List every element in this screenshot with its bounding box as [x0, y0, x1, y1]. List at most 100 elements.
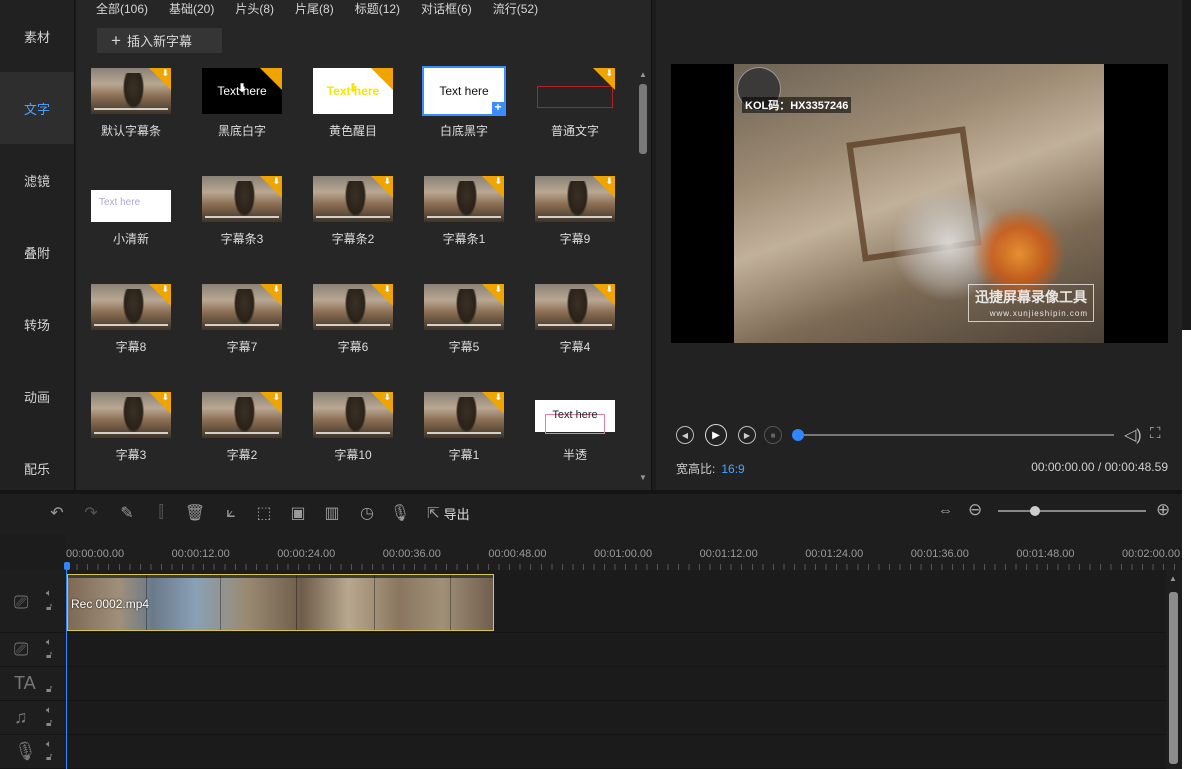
- export-button[interactable]: ⇱ 导出: [427, 502, 470, 524]
- tab-all[interactable]: 全部(106): [96, 0, 148, 20]
- edit-icon[interactable]: ✎: [116, 502, 138, 524]
- video-track-2[interactable]: [66, 633, 1166, 667]
- template-thumbnail[interactable]: Text here: [535, 392, 615, 438]
- template-thumbnail[interactable]: ⬇: [202, 176, 282, 222]
- download-icon[interactable]: ⬇: [605, 285, 613, 294]
- template-thumbnail[interactable]: ⬇: [535, 68, 615, 114]
- scroll-up-icon[interactable]: ▲: [639, 70, 647, 79]
- nav-item-media[interactable]: 素材: [0, 0, 74, 72]
- template-tile[interactable]: ⬇ 字幕条3: [202, 176, 284, 247]
- volume-icon[interactable]: ◁): [1124, 425, 1142, 445]
- play-icon[interactable]: ▶: [705, 424, 727, 446]
- template-tile[interactable]: ⬇ 普通文字: [535, 68, 617, 139]
- volume-icon[interactable]: 🔈︎: [46, 588, 52, 599]
- template-thumbnail[interactable]: ⬇: [535, 284, 615, 330]
- tab-outro[interactable]: 片尾(8): [295, 0, 334, 20]
- playhead-handle[interactable]: [64, 562, 70, 570]
- tab-popular[interactable]: 流行(52): [493, 0, 538, 20]
- volume-icon[interactable]: 🔈︎: [46, 739, 52, 750]
- text-track[interactable]: [66, 667, 1166, 701]
- download-icon[interactable]: ⬇: [383, 393, 391, 402]
- volume-icon[interactable]: 🔈︎: [46, 705, 52, 716]
- template-tile[interactable]: ⬇ 字幕条1: [424, 176, 506, 247]
- nav-item-overlays[interactable]: 叠附: [0, 216, 74, 288]
- download-icon[interactable]: ⬇: [494, 285, 502, 294]
- template-tile[interactable]: Text here 小清新: [91, 176, 173, 247]
- template-thumbnail[interactable]: ⬇: [313, 392, 393, 438]
- template-tile[interactable]: ⬇ 默认字幕条: [91, 68, 173, 139]
- template-tile[interactable]: ⬇ 字幕9: [535, 176, 617, 247]
- delete-icon[interactable]: 🗑︎: [184, 502, 206, 524]
- template-thumbnail[interactable]: ⬇: [424, 176, 504, 222]
- lock-icon[interactable]: 🔓︎: [46, 684, 52, 695]
- resize-icon[interactable]: ⬚: [253, 502, 275, 524]
- timeline-scroll-thumb[interactable]: [1169, 592, 1178, 764]
- video-clip[interactable]: Rec 0002.mp4: [67, 574, 494, 631]
- library-scroll-thumb[interactable]: [639, 84, 647, 154]
- scroll-up-icon[interactable]: ▲: [1169, 574, 1177, 583]
- download-icon[interactable]: ⬇: [272, 393, 280, 402]
- tab-basic[interactable]: 基础(20): [169, 0, 214, 20]
- nav-item-text[interactable]: 文字: [0, 72, 74, 144]
- download-icon[interactable]: ⬇: [383, 177, 391, 186]
- stop-icon[interactable]: ■: [764, 426, 782, 444]
- download-icon[interactable]: ⬇: [383, 285, 391, 294]
- zoom-slider[interactable]: [998, 506, 1146, 516]
- video-track-1[interactable]: Rec 0002.mp4: [66, 570, 1166, 633]
- template-thumbnail[interactable]: ⬇: [313, 284, 393, 330]
- download-icon[interactable]: ⬇: [161, 393, 169, 402]
- template-thumbnail[interactable]: ⬇: [202, 284, 282, 330]
- template-tile[interactable]: Text here ⬇ 黄色醒目: [313, 68, 395, 139]
- template-thumbnail[interactable]: ⬇: [535, 176, 615, 222]
- template-tile[interactable]: ⬇ 字幕7: [202, 284, 284, 355]
- seek-bar[interactable]: [792, 429, 1114, 441]
- template-thumbnail[interactable]: ⬇: [202, 392, 282, 438]
- microphone-icon[interactable]: 🎙︎: [389, 502, 411, 524]
- template-tile[interactable]: Text here ⬇ 黑底白字: [202, 68, 284, 139]
- template-tile[interactable]: ⬇ 字幕5: [424, 284, 506, 355]
- template-tile[interactable]: ⬇ 字幕8: [91, 284, 173, 355]
- template-tile[interactable]: ⬇ 字幕4: [535, 284, 617, 355]
- template-thumbnail[interactable]: ⬇: [424, 284, 504, 330]
- zoom-in-icon[interactable]: ⊕: [1156, 500, 1170, 520]
- template-tile[interactable]: ⬇ 字幕3: [91, 392, 173, 463]
- voiceover-track[interactable]: [66, 735, 1166, 769]
- download-icon[interactable]: ⬇: [202, 82, 282, 94]
- scroll-down-icon[interactable]: ▼: [639, 473, 647, 482]
- download-icon[interactable]: ⬇: [272, 285, 280, 294]
- nav-item-filters[interactable]: 滤镜: [0, 144, 74, 216]
- playhead-line[interactable]: [66, 570, 67, 769]
- plus-icon[interactable]: +: [492, 101, 504, 114]
- download-icon[interactable]: ⬇: [313, 82, 393, 94]
- nav-item-animations[interactable]: 动画: [0, 360, 74, 432]
- download-icon[interactable]: ⬇: [272, 177, 280, 186]
- tab-titles[interactable]: 标题(12): [355, 0, 400, 20]
- lock-icon[interactable]: 🔓︎: [46, 752, 52, 763]
- undo-icon[interactable]: ↶: [46, 502, 68, 524]
- template-thumbnail[interactable]: ⬇: [424, 392, 504, 438]
- template-thumbnail[interactable]: Text here: [91, 176, 171, 222]
- template-thumbnail[interactable]: ⬇: [313, 176, 393, 222]
- split-icon[interactable]: ⫿: [150, 502, 172, 524]
- insert-subtitle-button[interactable]: + 插入新字幕: [97, 28, 222, 53]
- library-scrollbar[interactable]: ▲ ▼: [639, 70, 647, 482]
- download-icon[interactable]: ⬇: [494, 393, 502, 402]
- template-tile[interactable]: Text here + 白底黑字: [422, 66, 506, 139]
- template-tile[interactable]: ⬇ 字幕6: [313, 284, 395, 355]
- music-track[interactable]: [66, 701, 1166, 735]
- seek-knob[interactable]: [792, 429, 804, 441]
- mosaic-icon[interactable]: ▣: [287, 502, 309, 524]
- duration-clock-icon[interactable]: ◷: [356, 502, 378, 524]
- template-thumbnail[interactable]: ⬇: [91, 284, 171, 330]
- zoom-out-icon[interactable]: ⊖: [968, 500, 982, 520]
- download-icon[interactable]: ⬇: [161, 69, 169, 78]
- download-icon[interactable]: ⬇: [161, 285, 169, 294]
- tab-dialogs[interactable]: 对话框(6): [421, 0, 472, 20]
- crop-icon[interactable]: ⟀: [220, 502, 242, 524]
- template-tile[interactable]: ⬇ 字幕条2: [313, 176, 395, 247]
- lock-icon[interactable]: 🔓︎: [46, 718, 52, 729]
- download-icon[interactable]: ⬇: [605, 69, 613, 78]
- tab-intro[interactable]: 片头(8): [235, 0, 274, 20]
- download-icon[interactable]: ⬇: [605, 177, 613, 186]
- redo-icon[interactable]: ↷: [80, 502, 102, 524]
